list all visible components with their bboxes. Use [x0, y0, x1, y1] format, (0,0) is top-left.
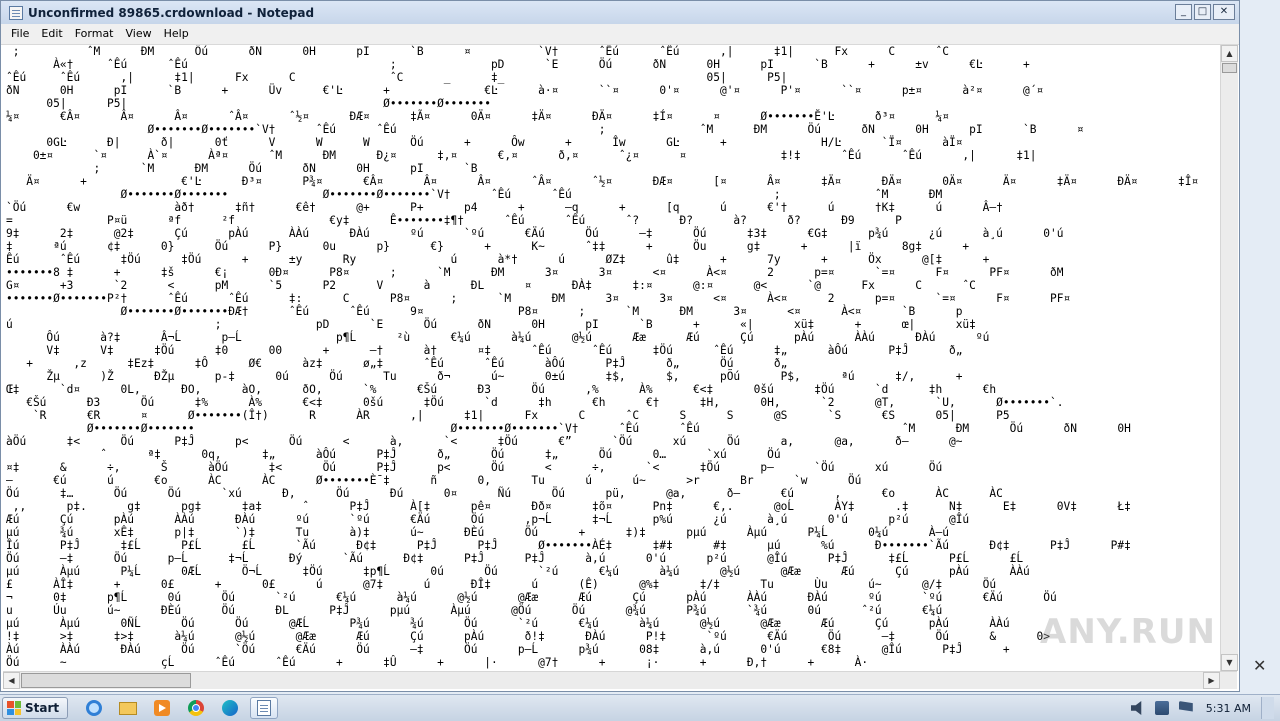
scroll-down-arrow-icon[interactable]: ▼	[1221, 654, 1238, 671]
text-line: £ ÀÎ‡ + 0£ + 0£ ú @7‡ ú ÐÎ‡ ú (Ê) @%‡ ‡/…	[6, 578, 997, 591]
text-line: 0GĿ Ð| ð| 0ť V W W Öú + Ôw + Îw GĿ + H/Ŀ…	[6, 136, 963, 149]
vertical-scrollbar[interactable]: ▲ ▼	[1220, 45, 1238, 671]
taskbar-apps	[80, 697, 279, 719]
anyrun-watermark: ANY.RUN	[1040, 612, 1216, 652]
taskbar: Start 5:31 AM	[0, 694, 1280, 721]
text-line: u Úu ú~ ÐÈú Öú ÐL P‡Ĵ pµú Àµú @Öú Öú @¾ú…	[6, 604, 943, 617]
text-line: ¬ 0‡ p¶Ĺ 0ú Öú `²ú €¼ú à¼ú @½ú @Ææ Æú Çú…	[6, 591, 1057, 604]
text-line: = P¤ü ªf ²f €y‡ Ê•••••••‡¶† ˆÊú ˆÊú ˆ? Ð…	[6, 214, 902, 227]
scroll-right-arrow-icon[interactable]: ▶	[1203, 672, 1220, 689]
minimize-button[interactable]: _	[1175, 4, 1192, 20]
text-line: !‡ >‡ ‡>‡ à¼ú @½ú @Ææ Æú Çú pÀú ð!‡ ÐÀú …	[6, 630, 1050, 643]
close-button[interactable]: ✕	[1213, 4, 1235, 20]
menu-view[interactable]: View	[120, 24, 158, 44]
text-line: Îú P‡Ĵ ‡£Ĺ P£Ĺ £Ĺ `Ãú Ð¢‡ P‡Ĵ P‡Ĵ Ø•••••…	[6, 539, 1131, 552]
system-tray: 5:31 AM	[1126, 695, 1280, 721]
show-desktop-button[interactable]	[1261, 697, 1274, 719]
text-line: ¼¤ €Â¤ Â¤ Â¤ ˆÂ¤ ˆ½¤ ÐÆ¤ ‡Ã¤ 0Ä¤ ‡Ä¤ ÐÄ¤…	[6, 110, 949, 123]
title-bar[interactable]: Unconfirmed 89865.crdownload - Notepad _…	[1, 1, 1239, 25]
text-editor[interactable]: ; ˆM ÐM Ôú ðN 0H pI `B ¤ `V† ˆÊú ˆÊú ,| …	[3, 45, 1219, 671]
menu-edit[interactable]: Edit	[35, 24, 68, 44]
notepad-taskbar-icon[interactable]	[250, 697, 279, 719]
text-line: Æú Çú pÀú ÀÀú ÐÀú ºú `ºú €Äú Öú ,p¬Ĺ ‡¬Ĺ…	[6, 513, 970, 526]
edge-icon[interactable]	[216, 697, 244, 719]
horizontal-scroll-thumb[interactable]	[21, 673, 191, 688]
scroll-up-arrow-icon[interactable]: ▲	[1221, 45, 1238, 62]
menu-help[interactable]: Help	[158, 24, 195, 44]
start-label: Start	[25, 701, 60, 715]
text-line: À«† ˆÊú ˆÊú ; pD `E Öú ðN 0H pI `B + ±v …	[6, 58, 1030, 71]
text-line: €Šú Ð3 Öú ‡% À% €<‡ 0šú ‡Öú `d ‡h €h €† …	[6, 396, 1064, 409]
action-center-flag-icon[interactable]	[1178, 701, 1193, 712]
text-line: Àú ÀÀú ÐÀú Öú `Öú €Äú Öú –‡ Öú p–Ĺ p¾ú 0…	[6, 643, 1010, 656]
overlay-close-icon[interactable]: ✕	[1253, 656, 1266, 675]
text-line: •••••••8 ‡ + ‡š €¡ 0Ð¤ P8¤ ; `M ÐM 3¤ 3¤…	[6, 266, 1064, 279]
window-title: Unconfirmed 89865.crdownload - Notepad	[28, 5, 315, 20]
start-button[interactable]: Start	[2, 697, 69, 719]
text-line: ˆÊú ˆÊú ,| ‡1| Fx C ˆC _ ‡_ 05| P5|	[6, 71, 788, 84]
menu-format[interactable]: Format	[69, 24, 120, 44]
text-line: Öú ~ çĹ ˆÊú ˆÊú + ‡Û + |· @7† + ¡· + Ð,†…	[6, 656, 869, 669]
text-line: Öú ‡… Öú Öú `xú Ð, Öú Ðú 0¤ Ñú Öú pü, @a…	[6, 487, 1003, 500]
vertical-scroll-thumb[interactable]	[1222, 63, 1237, 73]
text-line: àÖú ‡< Öú P‡Ĵ p< Öú < à, `< ‡Öú €” `Öú x…	[6, 435, 963, 448]
window-controls: _ □ ✕	[1175, 4, 1235, 20]
notepad-icon	[9, 5, 23, 20]
text-line: Žµ )Ž ÐŽµ p-‡ 0ú Öú Tu ð¬ ú~ 0±ú ‡$, $, …	[6, 370, 963, 383]
internet-explorer-icon[interactable]	[80, 697, 108, 719]
text-line: V‡ V‡ ‡Öú ‡0 00 + –† à† ¤‡ ˆÊú ˆÊú ‡Öú ˆ…	[6, 344, 963, 357]
text-line: + ,z ‡Ez‡ ‡Ô Ø€ àz‡ ø„‡ ˆÊú ˆÊú àÔú P‡Ĵ …	[6, 357, 788, 370]
text-line: µú Àµú P¼Ĺ 0ÆĹ Ö¬Ĺ ‡Öú ‡p¶Ĺ 0ú Öú `²ú €¼…	[6, 565, 1030, 578]
text-line: ¤‡ & ÷, Š àÖú ‡< Öú P‡Ĵ p< Öú < ÷, `< ‡Ö…	[6, 461, 943, 474]
menu-file[interactable]: File	[5, 24, 35, 44]
text-content[interactable]: ; ˆM ÐM Ôú ðN 0H pI `B ¤ `V† ˆÊú ˆÊú ,| …	[3, 45, 1219, 671]
network-icon[interactable]	[1154, 701, 1169, 715]
text-line: ú ; pD `E Öú ðN 0H pI `B + «| xü‡ + œ| x…	[6, 318, 976, 331]
text-line: ðN 0H pI `B + Üv €'Ŀ + €Ŀ à·¤ ``¤ 0'¤ @'…	[6, 84, 1044, 97]
notepad-window: Unconfirmed 89865.crdownload - Notepad _…	[0, 0, 1240, 692]
menu-bar: File Edit Format View Help	[1, 24, 1239, 45]
text-line: ,, p‡. g‡ pg‡ ‡a‡ ˆ P‡Ĵ À[‡ pê¤ Ðð¤ ‡õ¤ …	[6, 500, 1131, 513]
horizontal-scrollbar[interactable]: ◀ ▶	[3, 671, 1237, 689]
chrome-icon[interactable]	[182, 697, 210, 719]
text-line: ; ˆM ÐM Ôú ðN 0H pI `B ¤ `V† ˆÊú ˆÊú ,| …	[6, 45, 949, 58]
text-line: Ø•••••••Ø••••••• Ø•••••••Ø•••••••`V† ˆÊú…	[6, 188, 943, 201]
text-line: 0±¤ `¤ À`¤ Àª¤ ˆM ÐM Ð¿¤ ‡,¤ €,¤ ð,¤ ˆ¿¤…	[6, 149, 1037, 162]
windows-logo-icon	[7, 701, 21, 715]
text-line: Ôú à?‡ Â¬Ĺ p–Ĺ p¶Ĺ ²ù €¼ú à¼ú @½ú Ææ Æú …	[6, 331, 990, 344]
text-line: Ä¤ + €'Ŀ Ð³¤ P¾¤ €Â¤ Â¤ Â¤ ˆÂ¤ ˆ½¤ ÐÆ¤ […	[6, 175, 1199, 188]
text-line: Ø•••••••Ø•••••••`V† ˆÊú ˆÊú ; ˆM ÐM Öú ð…	[6, 123, 1084, 136]
explorer-folder-icon[interactable]	[114, 697, 142, 719]
text-line: ; `M ÐM Öú ðN 0H pI `B	[6, 162, 478, 175]
text-line: ‡ ªú ¢‡ 0} Öú P} 0u p} €} + K~ ˆ‡‡ + Öu …	[6, 240, 970, 253]
text-line: Œ‡ `d¤ 0L, ÐO, àO, ðO, `% €Šú Ð3 Öú ,% À…	[6, 383, 997, 396]
text-line: ˆ ª‡ 0q, ‡„ àÔú P‡Ĵ ð„ Öú ‡„ Öú 0… `xú Ö…	[6, 448, 781, 461]
media-player-icon[interactable]	[148, 697, 176, 719]
text-line: Êú ˆÊú ‡Öú ‡Öú + ±y Ry ú à*† ú ØZ‡ û‡ + …	[6, 253, 990, 266]
text-line: `Öú €w àð† ‡ñ† €ê† @+ P+ p4 + –q + [q ú …	[6, 201, 1003, 214]
text-line: Ø•••••••Ø••••••• Ø•••••••Ø•••••••`V† ˆÊú…	[6, 422, 1131, 435]
text-line: `R €R ¤ Ø•••••••(Î†) R ÀR ,| ‡1| Fx C ˆC…	[6, 409, 1010, 422]
text-line: µú Àµú 0ÑĹ Öú Öú @ÆĹ P¾ú ¾ú Öú `²ú €¼ú à…	[6, 617, 1010, 630]
text-line: G¤ +3 `2 < pM `5 P2 V à ÐL ¤ ÐÀ‡ ‡:¤ @:¤…	[6, 279, 976, 292]
text-line: 9‡ 2‡ @2‡ Çú pÀú ÀÀú ÐÀú ºú `ºú €Äú Öú –…	[6, 227, 1064, 240]
maximize-button[interactable]: □	[1194, 4, 1211, 20]
text-line: Öú –‡ Öú p–Ĺ ‡¬Ĺ Ðý `Ãú Ð¢‡ P‡Ĵ P‡Ĵ à,ú …	[6, 552, 1024, 565]
text-line: Ø•••••••Ø•••••••ÐÆ† ˆÊú ˆÊú 9¤ P8¤ ; `M …	[6, 305, 963, 318]
text-line: µú ¾ú xÊ‡ p|‡ `)‡ Tu à)‡ ú~ ÐÈú Öú + ‡)‡…	[6, 526, 949, 539]
scroll-left-arrow-icon[interactable]: ◀	[3, 672, 20, 689]
speaker-icon[interactable]	[1130, 701, 1142, 715]
text-line: 05| P5| Ø•••••••Ø•••••••	[6, 97, 491, 110]
clock[interactable]: 5:31 AM	[1206, 702, 1251, 715]
text-line: — €ú ú €o ÀC ÀC Ø•••••••È¯‡ ñ 0, Tu ú ú~…	[6, 474, 862, 487]
text-line: •••••••Ø•••••••P²† ˆÊú ˆÊú ‡: C P8¤ ; `M…	[6, 292, 1071, 305]
